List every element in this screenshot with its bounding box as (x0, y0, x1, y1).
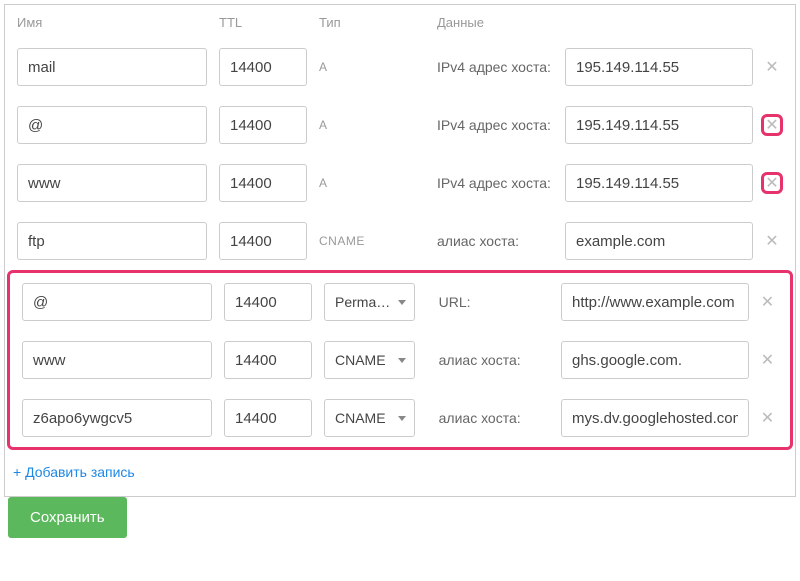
table-row: A IPv4 адрес хоста: ✕ (5, 154, 795, 212)
name-input[interactable] (17, 164, 207, 202)
ttl-input[interactable] (219, 222, 307, 260)
chevron-down-icon (398, 416, 406, 421)
header-ttl: TTL (219, 15, 319, 30)
delete-button[interactable]: ✕ (761, 230, 783, 252)
table-row: CNAME алиас хоста: ✕ (5, 212, 795, 270)
data-value-input[interactable] (561, 399, 749, 437)
data-label: URL: (439, 294, 557, 310)
name-input[interactable] (22, 283, 212, 321)
type-label: A (319, 60, 425, 74)
table-header: Имя TTL Тип Данные (5, 5, 795, 38)
data-label: IPv4 адрес хоста: (437, 175, 561, 191)
data-label: алиас хоста: (439, 410, 557, 426)
chevron-down-icon (398, 300, 406, 305)
table-row: A IPv4 адрес хоста: ✕ (5, 38, 795, 96)
name-input[interactable] (17, 106, 207, 144)
table-row: CNAME алиас хоста: ✕ (10, 389, 790, 447)
ttl-input[interactable] (224, 283, 312, 321)
delete-button[interactable]: ✕ (761, 114, 783, 136)
data-value-input[interactable] (565, 164, 753, 202)
dns-records-panel: Имя TTL Тип Данные AIPv4 адрес хоста:✕AI… (4, 4, 796, 497)
ttl-input[interactable] (219, 48, 307, 86)
data-value-input[interactable] (565, 222, 753, 260)
ttl-input[interactable] (219, 164, 307, 202)
type-select-value: CNAME (335, 352, 386, 368)
name-input[interactable] (22, 399, 212, 437)
ttl-input[interactable] (219, 106, 307, 144)
data-value-input[interactable] (561, 341, 749, 379)
footer: Сохранить (4, 497, 796, 558)
ttl-input[interactable] (224, 399, 312, 437)
data-value-input[interactable] (565, 106, 753, 144)
header-data: Данные (437, 15, 783, 30)
table-row: CNAME алиас хоста: ✕ (10, 331, 790, 389)
name-input[interactable] (17, 222, 207, 260)
table-row: A IPv4 адрес хоста: ✕ (5, 96, 795, 154)
data-label: алиас хоста: (437, 233, 561, 249)
type-select-value: Perman… (335, 294, 394, 310)
delete-button[interactable]: ✕ (757, 291, 778, 313)
chevron-down-icon (398, 358, 406, 363)
delete-button[interactable]: ✕ (761, 172, 783, 194)
add-record-link[interactable]: + Добавить запись (5, 452, 135, 496)
data-label: алиас хоста: (439, 352, 557, 368)
highlighted-group: Perman… URL: ✕ CNAME алиас хоста: ✕ CNAME алиас… (7, 270, 793, 450)
name-input[interactable] (22, 341, 212, 379)
ttl-input[interactable] (224, 341, 312, 379)
data-value-input[interactable] (561, 283, 749, 321)
type-label: A (319, 176, 425, 190)
delete-button[interactable]: ✕ (761, 56, 783, 78)
name-input[interactable] (17, 48, 207, 86)
table-row: Perman… URL: ✕ (10, 273, 790, 331)
data-label: IPv4 адрес хоста: (437, 59, 561, 75)
type-select[interactable]: CNAME (324, 341, 415, 379)
data-label: IPv4 адрес хоста: (437, 117, 561, 133)
delete-button[interactable]: ✕ (757, 407, 778, 429)
type-label: A (319, 118, 425, 132)
save-button[interactable]: Сохранить (8, 497, 127, 538)
header-name: Имя (17, 15, 219, 30)
header-type: Тип (319, 15, 437, 30)
type-select-value: CNAME (335, 410, 386, 426)
records-container: AIPv4 адрес хоста:✕AIPv4 адрес хоста:✕AI… (5, 38, 795, 452)
type-select[interactable]: Perman… (324, 283, 415, 321)
delete-button[interactable]: ✕ (757, 349, 778, 371)
data-value-input[interactable] (565, 48, 753, 86)
type-select[interactable]: CNAME (324, 399, 415, 437)
type-label: CNAME (319, 234, 425, 248)
